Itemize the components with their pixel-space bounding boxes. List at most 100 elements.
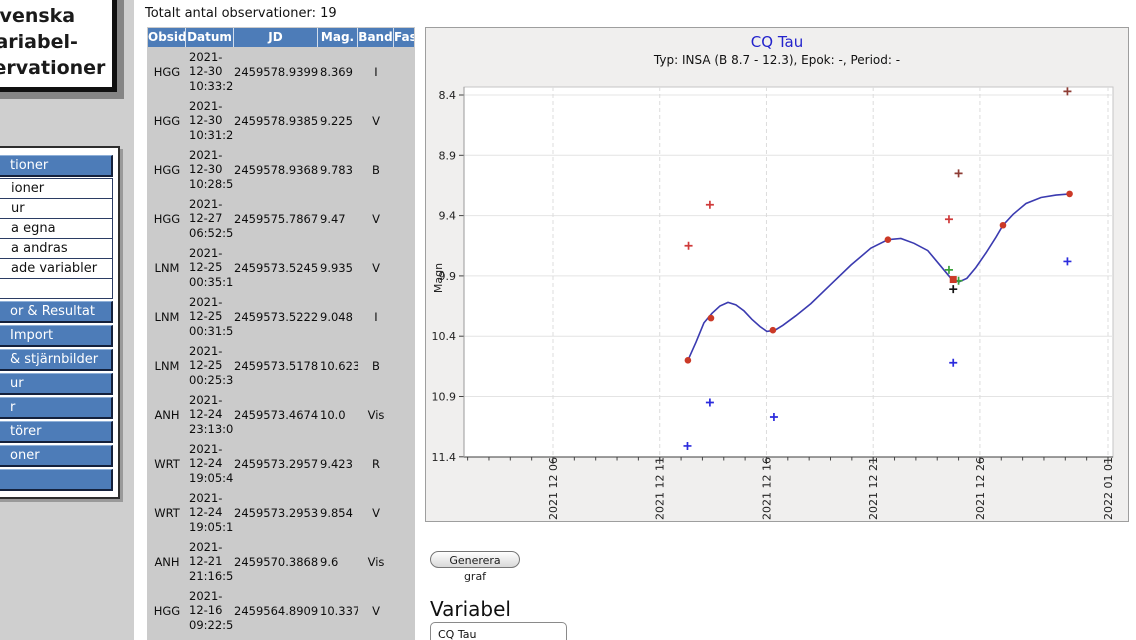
cell-datum: 2021-12-2419:05:13 <box>186 491 234 535</box>
observations-table-header: ObsidDatumJDMag.BandFas <box>148 28 414 47</box>
cell-band: I <box>358 65 394 79</box>
mean-point <box>885 236 892 243</box>
cell-datum: 2021-12-3010:33:27 <box>186 50 234 94</box>
x-tick-label: 2021 12 26 <box>974 457 987 520</box>
x-tick-label: 2021 12 11 <box>654 457 667 520</box>
mean-point <box>685 357 692 364</box>
x-tick-label: 2022 01 01 <box>1102 457 1115 520</box>
sidebar-menu-section-11[interactable]: r <box>0 397 113 419</box>
mean-point-square <box>950 276 957 283</box>
cell-mag: 9.47 <box>318 212 358 226</box>
cell-band: V <box>358 114 394 128</box>
main-frame: Totalt antal observationer: 19 ObsidDatu… <box>134 0 1136 640</box>
variable-heading: Variabel <box>430 597 511 621</box>
cell-datum: 2021-12-2419:05:48 <box>186 442 234 486</box>
sidebar-menu-header-0: tioner <box>0 155 113 177</box>
column-header-jd[interactable]: JD <box>234 28 318 47</box>
sidebar-menu-section-10[interactable]: ur <box>0 373 113 395</box>
cell-mag: 10.337 <box>318 604 358 618</box>
cell-band: B <box>358 359 394 373</box>
sidebar-menu-section-12[interactable]: törer <box>0 421 113 443</box>
cell-datum: 2021-12-2500:35:16 <box>186 246 234 290</box>
cell-obsid: WRT <box>148 457 186 471</box>
sidebar-menu-section-8[interactable]: Import <box>0 325 113 347</box>
cell-obsid: LNM <box>148 359 186 373</box>
cell-mag: 9.048 <box>318 310 358 324</box>
generate-graph-button[interactable]: Generera graf <box>430 551 520 568</box>
cell-datum: 2021-12-3010:31:26 <box>186 99 234 143</box>
cell-obsid: ANH <box>148 555 186 569</box>
sidebar-menu-item-4[interactable]: a andras <box>0 238 113 259</box>
cell-jd: 2459573.2957 <box>234 457 318 471</box>
column-header-fas[interactable]: Fas <box>394 28 414 47</box>
left-frame: Svenska variabel- observationer tionerio… <box>0 0 134 640</box>
mean-point <box>770 327 777 334</box>
table-row: HGG2021-12-3010:31:262459578.93859.225V <box>148 96 414 145</box>
cell-band: I <box>358 310 394 324</box>
x-tick-label: 2021 12 06 <box>547 457 560 520</box>
cell-jd: 2459573.5222 <box>234 310 318 324</box>
y-tick-label: 10.9 <box>432 391 457 404</box>
cell-band: Vis <box>358 408 394 422</box>
page: Svenska variabel- observationer tionerio… <box>0 0 1136 640</box>
sidebar-menu-section-14[interactable] <box>0 469 113 491</box>
cell-mag: 9.783 <box>318 163 358 177</box>
y-axis-label: Magn <box>432 263 445 293</box>
sidebar-menu-item-2[interactable]: ur <box>0 198 113 219</box>
table-row: 2021- <box>148 635 414 640</box>
cell-jd: 2459573.5245 <box>234 261 318 275</box>
column-header-band[interactable]: Band <box>358 28 394 47</box>
cell-datum: 2021-12-2706:52:50 <box>186 197 234 241</box>
column-header-mag[interactable]: Mag. <box>318 28 358 47</box>
table-row: ANH2021-12-2423:13:032459573.467410.0Vis <box>148 390 414 439</box>
sidebar-menu-item-1[interactable]: ioner <box>0 178 113 199</box>
cell-jd: 2459573.2953 <box>234 506 318 520</box>
sidebar-menu-item-6[interactable] <box>0 278 113 299</box>
cell-jd: 2459573.5178 <box>234 359 318 373</box>
cell-datum: 2021-12-2423:13:03 <box>186 393 234 437</box>
cell-mag: 9.423 <box>318 457 358 471</box>
cell-obsid: ANH <box>148 408 186 422</box>
cell-band: V <box>358 506 394 520</box>
column-header-datum[interactable]: Datum <box>186 28 234 47</box>
cell-mag: 10.623 <box>318 359 358 373</box>
cell-jd: 2459578.9385 <box>234 114 318 128</box>
table-row: HGG2021-12-3010:28:592459578.93689.783B <box>148 145 414 194</box>
lightcurve-chart: CQ Tau Typ: INSA (B 8.7 - 12.3), Epok: -… <box>425 27 1129 522</box>
logo-line-2: variabel- <box>0 29 112 55</box>
cell-jd: 2459578.9399 <box>234 65 318 79</box>
observations-table: ObsidDatumJDMag.BandFas HGG2021-12-3010:… <box>147 27 415 640</box>
table-row: HGG2021-12-3010:33:272459578.93998.369I <box>148 47 414 96</box>
cell-obsid: HGG <box>148 114 186 128</box>
column-header-obsid[interactable]: Obsid <box>148 28 186 47</box>
site-logo: Svenska variabel- observationer <box>0 0 117 92</box>
cell-datum: 2021-12-2500:25:37 <box>186 344 234 388</box>
cell-obsid: WRT <box>148 506 186 520</box>
mean-point <box>1066 191 1073 198</box>
cell-mag: 9.935 <box>318 261 358 275</box>
cell-band: V <box>358 604 394 618</box>
table-row: WRT2021-12-2419:05:482459573.29579.423R <box>148 439 414 488</box>
cell-band: Vis <box>358 555 394 569</box>
sidebar-menu-section-7[interactable]: or & Resultat <box>0 301 113 323</box>
cell-obsid: HGG <box>148 65 186 79</box>
table-row: HGG2021-12-1609:22:532459564.890910.337V <box>148 586 414 635</box>
sidebar-menu-section-9[interactable]: & stjärnbilder <box>0 349 113 371</box>
cell-mag: 10.0 <box>318 408 358 422</box>
cell-mag: 8.369 <box>318 65 358 79</box>
sidebar-menu-item-3[interactable]: a egna <box>0 218 113 239</box>
sidebar-menu: tionerionerura egnaa andrasade variabler… <box>0 146 120 499</box>
sidebar-menu-section-13[interactable]: oner <box>0 445 113 467</box>
variable-select[interactable]: CQ Tau <box>430 622 567 640</box>
cell-obsid: LNM <box>148 261 186 275</box>
cell-band: V <box>358 212 394 226</box>
cell-jd: 2459573.4674 <box>234 408 318 422</box>
cell-mag: 9.225 <box>318 114 358 128</box>
table-row: WRT2021-12-2419:05:132459573.29539.854V <box>148 488 414 537</box>
cell-mag: 9.854 <box>318 506 358 520</box>
cell-obsid: LNM <box>148 310 186 324</box>
x-tick-label: 2021 12 21 <box>867 457 880 520</box>
y-tick-label: 8.9 <box>439 149 457 162</box>
sidebar-menu-item-5[interactable]: ade variabler <box>0 258 113 279</box>
cell-mag: 9.6 <box>318 555 358 569</box>
